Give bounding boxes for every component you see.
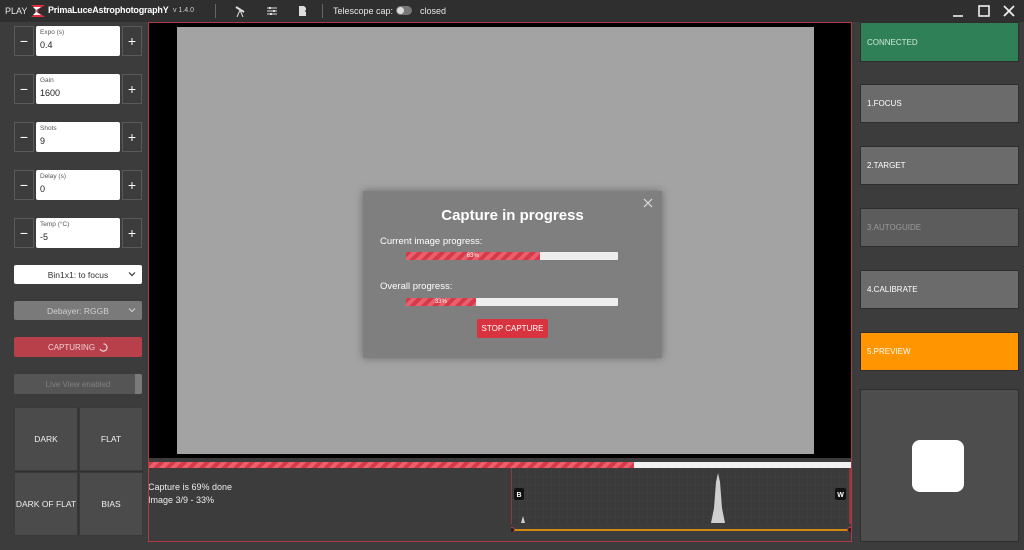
overall-progress-label: Overall progress: [380, 281, 453, 292]
histogram-grid [511, 468, 851, 524]
binning-select[interactable]: Bin1x1: to focus [14, 265, 142, 284]
live-view-knob [135, 374, 142, 394]
exposure-value: 0.4 [40, 40, 53, 50]
delay-label: Delay (s) [40, 173, 67, 180]
current-progress-bar: 63% [406, 252, 618, 260]
flat-button[interactable]: FLAT [79, 407, 143, 471]
gain-decrease-button[interactable]: − [14, 74, 34, 104]
title-bar: PLAY PrimaLuceAstrophotographY v 1.4.0 T… [0, 0, 1024, 22]
capture-status-text: Capture is 69% done [148, 482, 233, 492]
gain-value: 1600 [40, 88, 61, 98]
gain-stepper: − Gain 1600 + [14, 74, 142, 104]
shots-increase-button[interactable]: + [122, 122, 142, 152]
delay-field[interactable]: Delay (s) 0 [36, 170, 120, 200]
gain-field[interactable]: Gain 1600 [36, 74, 120, 104]
close-icon[interactable] [1001, 3, 1017, 19]
capturing-button[interactable]: CAPTURING [14, 337, 142, 357]
focus-step-button[interactable]: 1.FOCUS [860, 84, 1019, 123]
frame-type-grid: DARK FLAT DARK OF FLAT BIAS [14, 407, 143, 536]
sliders-icon[interactable] [265, 4, 279, 18]
dark-of-flat-button[interactable]: DARK OF FLAT [14, 472, 78, 536]
dark-button[interactable]: DARK [14, 407, 78, 471]
bias-button[interactable]: BIAS [79, 472, 143, 536]
target-step-button[interactable]: 2.TARGET [860, 146, 1019, 185]
preview-step-button[interactable]: 5.PREVIEW [860, 332, 1019, 371]
stop-capture-button[interactable]: STOP CAPTURE [477, 319, 548, 338]
spinner-icon [99, 342, 108, 352]
version-label: v 1.4.0 [173, 7, 195, 14]
delay-value: 0 [40, 184, 46, 194]
calibrate-step-button[interactable]: 4.CALIBRATE [860, 270, 1019, 309]
live-view-toggle[interactable]: Live View enabled [14, 374, 142, 394]
capture-progress-dialog: Capture in progress Current image progre… [363, 191, 662, 358]
export-icon[interactable] [296, 4, 310, 18]
temperature-increase-button[interactable]: + [122, 218, 142, 248]
chevron-down-icon [128, 272, 136, 277]
current-progress-percent: 63% [466, 253, 479, 259]
delay-decrease-button[interactable]: − [14, 170, 34, 200]
primaluce-logo-icon [31, 5, 45, 17]
left-panel: − Expo (s) 0.4 + − Gain 1600 + − Shots 9… [9, 22, 148, 542]
telescope-cap-label: Telescope cap: [333, 6, 394, 16]
shutter-button[interactable] [912, 440, 964, 492]
delay-stepper: − Delay (s) 0 + [14, 170, 142, 200]
shots-field[interactable]: Shots 9 [36, 122, 120, 152]
exposure-label: Expo (s) [40, 29, 65, 36]
play-label: PLAY [5, 6, 28, 16]
live-view-label: Live View enabled [45, 379, 111, 389]
minimize-icon[interactable] [950, 3, 966, 19]
shots-value: 9 [40, 136, 46, 146]
current-progress-label: Current image progress: [380, 236, 483, 247]
gain-label: Gain [40, 77, 54, 84]
debayer-select[interactable]: Debayer: RGGB [14, 301, 142, 320]
gain-increase-button[interactable]: + [122, 74, 142, 104]
shots-label: Shots [40, 125, 57, 132]
histogram[interactable]: B W [511, 468, 851, 532]
debayer-select-value: Debayer: RGGB [47, 305, 109, 316]
brand-title: PrimaLuceAstrophotographY [48, 5, 169, 15]
temperature-decrease-button[interactable]: − [14, 218, 34, 248]
shots-decrease-button[interactable]: − [14, 122, 34, 152]
temperature-field[interactable]: Temp (°C) -5 [36, 218, 120, 248]
exposure-field[interactable]: Expo (s) 0.4 [36, 26, 120, 56]
toolbar-divider [215, 4, 216, 18]
maximize-icon[interactable] [976, 3, 992, 19]
temperature-value: -5 [40, 232, 49, 242]
telescope-cap-toggle[interactable] [396, 6, 412, 15]
autoguide-step-button[interactable]: 3.AUTOGUIDE [860, 208, 1019, 247]
image-count-text: Image 3/9 - 33% [148, 495, 215, 505]
exposure-decrease-button[interactable]: − [14, 26, 34, 56]
exposure-increase-button[interactable]: + [122, 26, 142, 56]
shots-stepper: − Shots 9 + [14, 122, 142, 152]
telescope-cap-status: closed [420, 6, 447, 16]
chevron-down-icon [128, 308, 136, 313]
dialog-title: Capture in progress [441, 207, 584, 224]
white-marker: W [837, 492, 844, 499]
toolbar-divider [322, 4, 323, 18]
temperature-label: Temp (°C) [40, 221, 70, 228]
capturing-label: CAPTURING [47, 342, 96, 352]
shutter-panel [860, 389, 1019, 542]
telescope-icon[interactable] [233, 4, 247, 18]
temperature-stepper: − Temp (°C) -5 + [14, 218, 142, 248]
connected-button[interactable]: CONNECTED [860, 22, 1019, 62]
delay-increase-button[interactable]: + [122, 170, 142, 200]
white-point-handle[interactable] [847, 527, 852, 533]
overall-progress-bar: 33% [406, 298, 618, 306]
black-marker: B [516, 492, 521, 499]
overall-progress-percent: 33% [434, 299, 447, 305]
black-point-handle[interactable] [511, 527, 515, 533]
exposure-stepper: − Expo (s) 0.4 + [14, 26, 142, 56]
binning-select-value: Bin1x1: to focus [47, 269, 109, 280]
